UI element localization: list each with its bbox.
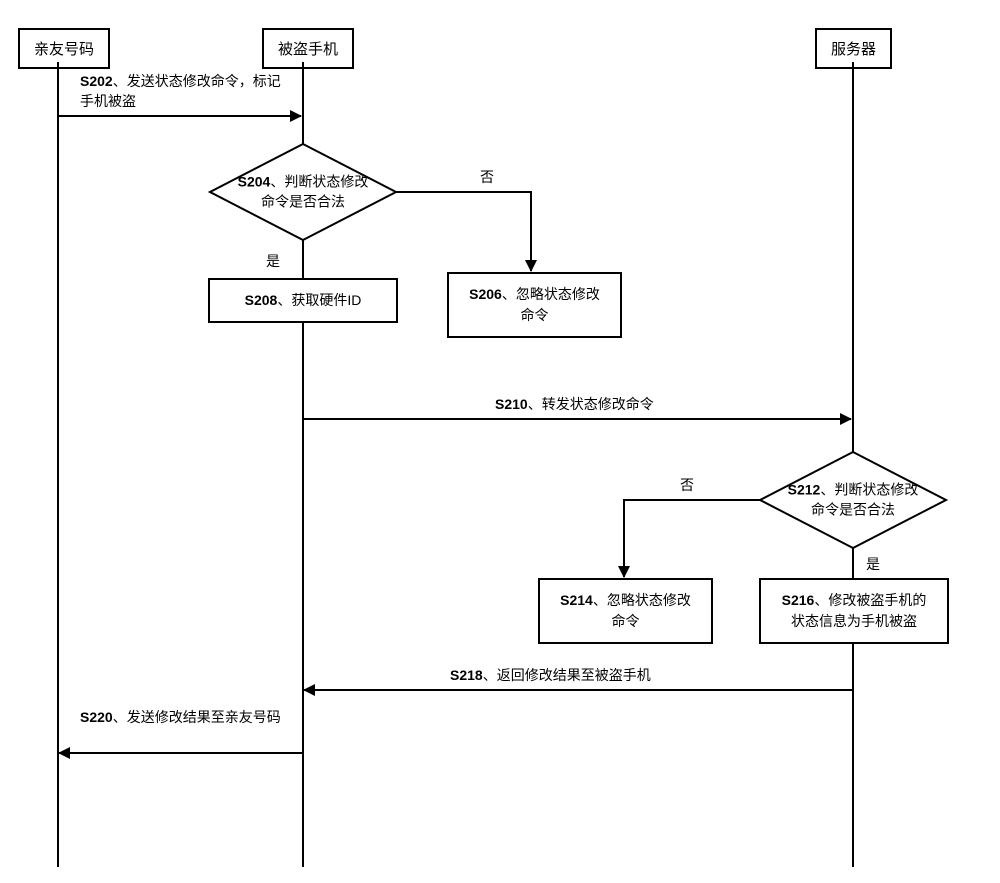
s212-no-arrow bbox=[623, 499, 625, 577]
s214-id: S214 bbox=[560, 592, 593, 608]
s212-id: S212 bbox=[788, 481, 821, 497]
s204-diamond: S204、判断状态修改命令是否合法 bbox=[208, 142, 398, 242]
s208-id: S208 bbox=[245, 292, 278, 308]
actor-stolen: 被盗手机 bbox=[262, 28, 354, 69]
s204-no-hline bbox=[396, 191, 531, 193]
s218-label: S218、返回修改结果至被盗手机 bbox=[450, 666, 651, 686]
s220-arrow bbox=[59, 752, 302, 754]
s212-no-label: 否 bbox=[680, 476, 694, 496]
s212-no-hline bbox=[623, 499, 761, 501]
s206-id: S206 bbox=[469, 286, 502, 302]
s218-arrow bbox=[304, 689, 852, 691]
s204-yes-label: 是 bbox=[266, 252, 280, 272]
s202-arrow bbox=[58, 115, 301, 117]
s220-text: 、发送修改结果至亲友号码 bbox=[113, 709, 281, 725]
s202-label: S202、发送状态修改命令，标记手机被盗 bbox=[80, 72, 290, 111]
actor-friend-label: 亲友号码 bbox=[34, 41, 94, 58]
s208-text: 、获取硬件ID bbox=[277, 292, 361, 308]
s206-text: 、忽略状态修改命令 bbox=[502, 286, 600, 323]
s204-text: 、判断状态修改命令是否合法 bbox=[261, 173, 368, 209]
s212-text: 、判断状态修改命令是否合法 bbox=[811, 481, 918, 517]
s220-id: S220 bbox=[80, 709, 113, 725]
s210-arrow bbox=[303, 418, 851, 420]
s214-text: 、忽略状态修改命令 bbox=[593, 592, 691, 629]
s208-box: S208、获取硬件ID bbox=[208, 278, 398, 323]
s216-id: S216 bbox=[782, 592, 815, 608]
s216-box: S216、修改被盗手机的状态信息为手机被盗 bbox=[759, 578, 949, 644]
s206-box: S206、忽略状态修改命令 bbox=[447, 272, 622, 338]
s214-box: S214、忽略状态修改命令 bbox=[538, 578, 713, 644]
s210-id: S210 bbox=[495, 396, 528, 412]
s204-id: S204 bbox=[238, 173, 271, 189]
actor-server-label: 服务器 bbox=[831, 41, 876, 58]
actor-stolen-label: 被盗手机 bbox=[278, 41, 338, 58]
s204-no-arrow bbox=[530, 191, 532, 271]
s210-label: S210、转发状态修改命令 bbox=[495, 395, 654, 415]
s204-no-label: 否 bbox=[480, 168, 494, 188]
s218-id: S218 bbox=[450, 667, 483, 683]
s210-text: 、转发状态修改命令 bbox=[528, 396, 654, 412]
s220-label: S220、发送修改结果至亲友号码 bbox=[80, 708, 295, 728]
s202-id: S202 bbox=[80, 73, 113, 89]
s212-diamond: S212、判断状态修改命令是否合法 bbox=[758, 450, 948, 550]
actor-friend: 亲友号码 bbox=[18, 28, 110, 69]
s218-text: 、返回修改结果至被盗手机 bbox=[483, 667, 651, 683]
s212-yes-label: 是 bbox=[866, 555, 880, 575]
